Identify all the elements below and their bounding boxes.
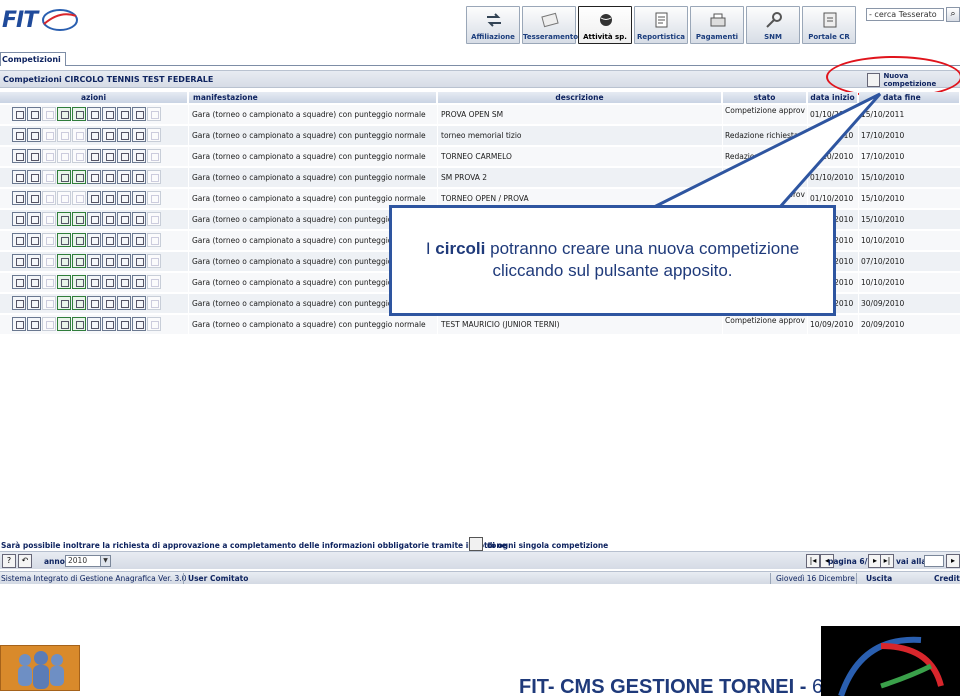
rings-logo-icon: [838, 636, 944, 696]
credits-link[interactable]: Crediti: [934, 574, 960, 583]
go-icon: ▸: [950, 556, 955, 565]
note-text-a: Sarà possibile inoltrare la richiesta di…: [1, 541, 507, 550]
cms-logo: [821, 626, 960, 696]
anno-select[interactable]: 2010 ▼: [65, 555, 111, 567]
callout-box: I circoli potranno creare una nuova comp…: [389, 205, 836, 316]
people-icon: [18, 651, 64, 689]
chevron-down-icon: ▼: [100, 556, 110, 566]
last-page-button[interactable]: ▸|: [880, 554, 894, 568]
goto-label: vai alla: [896, 557, 927, 566]
help-button[interactable]: ?: [2, 554, 16, 568]
callout-line1: potranno creare una nuova competizione: [485, 239, 800, 258]
back-button[interactable]: ↶: [18, 554, 32, 568]
goto-page-button[interactable]: ▸: [946, 554, 960, 568]
next-page-icon: ▸: [872, 556, 877, 565]
back-icon: ↶: [21, 556, 29, 565]
callout-bold: circoli: [435, 239, 486, 258]
logout-link[interactable]: Uscita: [866, 574, 892, 583]
current-date: Giovedì 16 Dicembre: [776, 574, 855, 583]
first-page-button[interactable]: |◂: [806, 554, 820, 568]
anno-value: 2010: [68, 556, 88, 565]
slide-title: FIT- CMS GESTIONE TORNEI - 6: [519, 676, 823, 696]
callout-line2: cliccando sul pulsante apposito.: [492, 261, 733, 280]
user-name: User Comitato: [188, 574, 249, 583]
status-bar: Sistema Integrato di Gestione Anagrafica…: [0, 571, 960, 584]
goto-page-input[interactable]: [924, 555, 944, 567]
callout-pointer: [653, 92, 882, 209]
callout-text: I circoli potranno creare una nuova comp…: [392, 238, 833, 282]
approval-request-icon: [469, 537, 483, 551]
callout-prefix: I: [425, 239, 436, 258]
note-text-b: di ogni singola competizione: [487, 541, 609, 550]
people-logo: [0, 645, 80, 691]
first-page-icon: |◂: [809, 556, 817, 565]
help-icon: ?: [6, 556, 12, 565]
page-label: pagina 6/7: [828, 557, 873, 566]
last-page-icon: ▸|: [883, 556, 891, 565]
system-name: Sistema Integrato di Gestione Anagrafica…: [1, 574, 187, 583]
anno-label: anno: [44, 557, 65, 566]
slide-title-text: FIT- CMS GESTIONE TORNEI -: [519, 676, 807, 696]
pager-bar: ? ↶ anno 2010 ▼ |◂ ◂ pagina 6/7 ▸ ▸| vai …: [0, 551, 960, 569]
